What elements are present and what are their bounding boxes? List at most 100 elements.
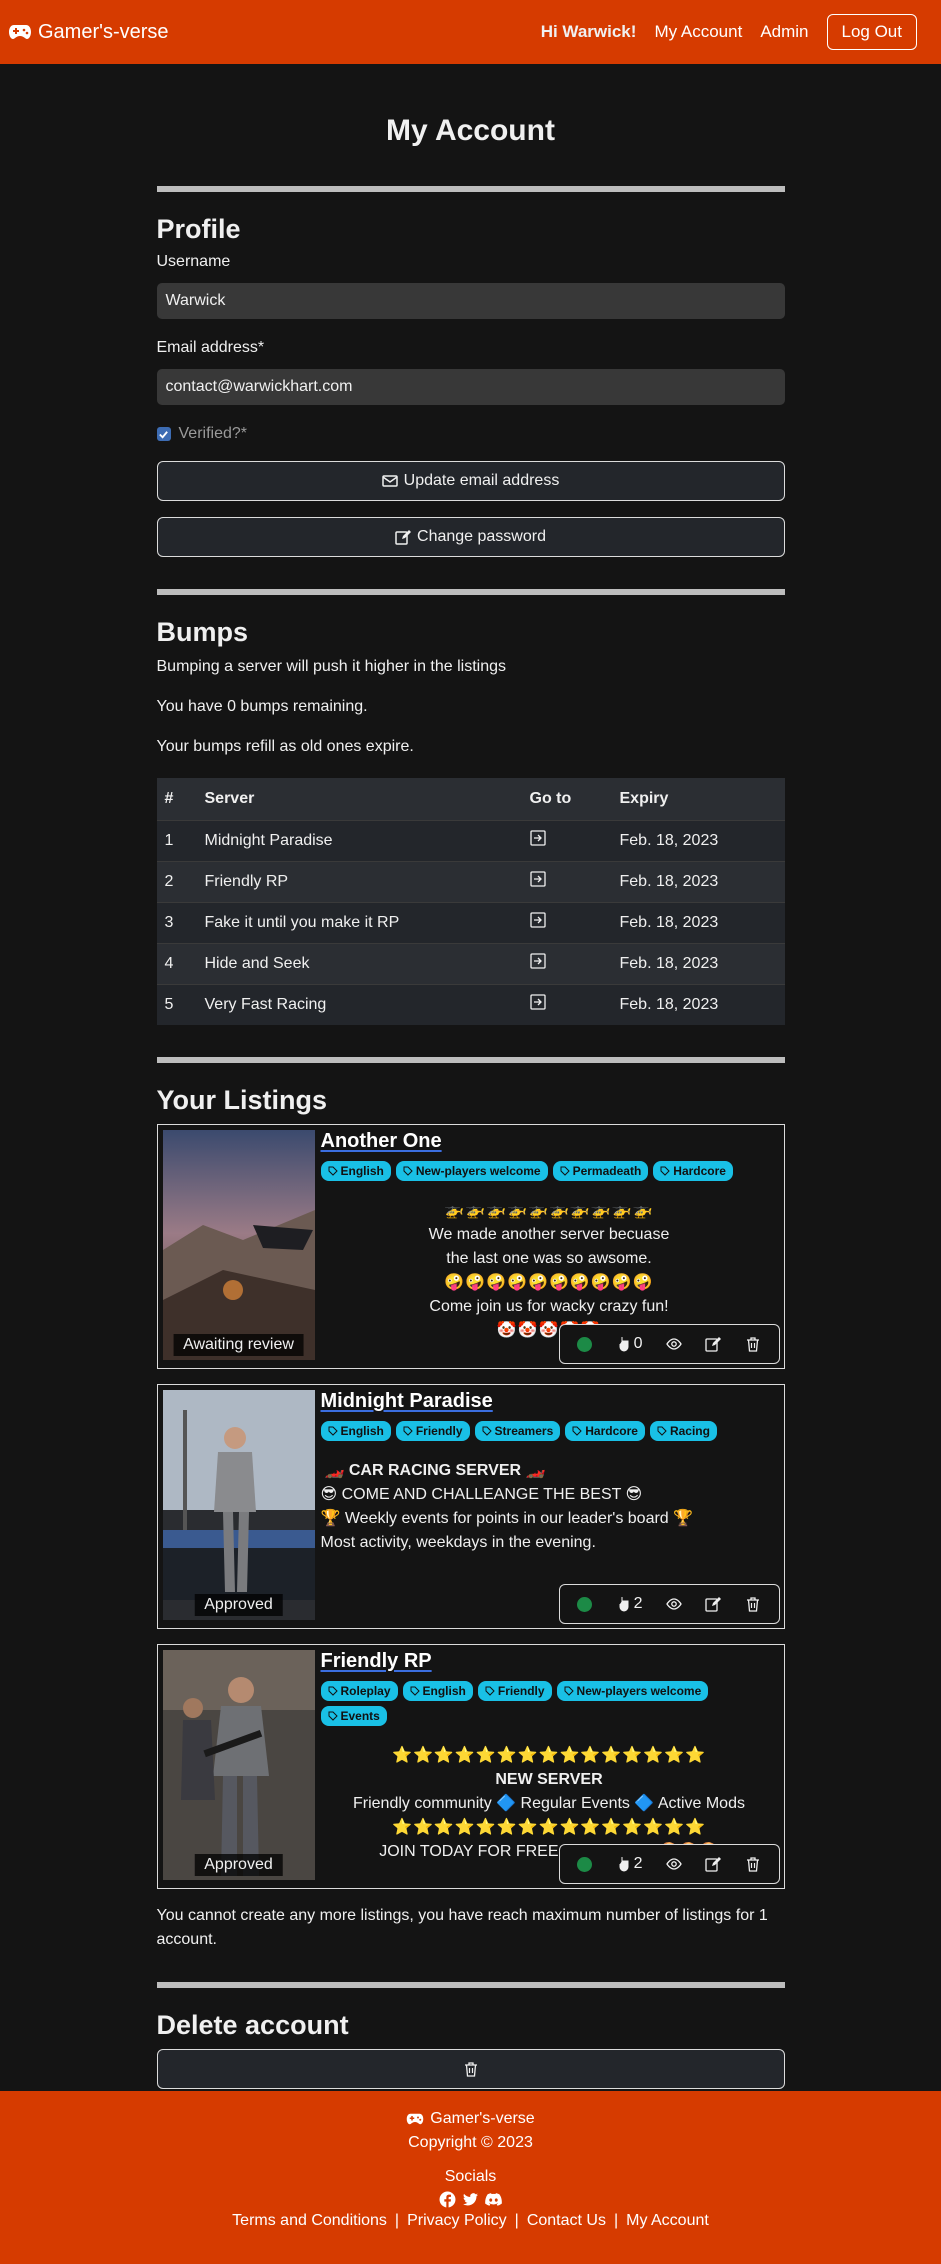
tag[interactable]: Hardcore (565, 1421, 645, 1441)
tag[interactable]: Permadeath (552, 1161, 649, 1181)
tag-label: Hardcore (585, 1424, 638, 1438)
listing-thumbnail[interactable]: Awaiting review (162, 1130, 315, 1360)
footer-copyright: Copyright © 2023 (408, 2134, 533, 2151)
desc-line: We made another server becuase (428, 1226, 670, 1243)
facebook-icon[interactable] (439, 2191, 456, 2208)
table-row: 3 Fake it until you make it RP Feb. 18, … (156, 901, 785, 943)
email-field[interactable]: contact@warwickhart.com (156, 369, 785, 405)
desc-line: 🏆 Weekly events for points in our leader… (320, 1510, 694, 1527)
delete-account-button[interactable] (156, 2049, 785, 2089)
trash-icon[interactable] (745, 1856, 761, 1872)
tag[interactable]: Friendly (477, 1681, 552, 1701)
tag-icon (485, 1686, 495, 1696)
tag[interactable]: Hardcore (653, 1161, 733, 1181)
desc-line: 😎 COME AND CHALLEANGE THE BEST 😎 (320, 1486, 643, 1503)
tag[interactable]: English (402, 1681, 473, 1701)
link-separator: | (394, 2212, 400, 2229)
row-server: Friendly RP (196, 860, 522, 902)
change-password-button[interactable]: Change password (156, 517, 785, 557)
footer-link-privacy[interactable]: Privacy Policy (407, 2212, 507, 2230)
footer-brand[interactable]: Gamer's-verse (0, 2107, 941, 2131)
tag[interactable]: Roleplay (320, 1681, 398, 1701)
bump-button[interactable]: 0 (616, 1335, 643, 1353)
edit-icon[interactable] (705, 1596, 722, 1612)
listing-status: Awaiting review (173, 1334, 304, 1356)
trash-icon[interactable] (745, 1596, 761, 1612)
tag[interactable]: Racing (649, 1421, 717, 1441)
eye-icon[interactable] (666, 1596, 682, 1612)
tag-icon (564, 1686, 574, 1696)
tag-icon (482, 1426, 492, 1436)
tag-label: English (422, 1684, 466, 1698)
discord-icon[interactable] (485, 2191, 502, 2208)
bump-count: 2 (633, 1855, 643, 1872)
username-field[interactable]: Warwick (156, 283, 785, 319)
edit-icon[interactable] (705, 1336, 722, 1352)
row-expiry: Feb. 18, 2023 (611, 819, 785, 861)
update-email-button[interactable]: Update email address (156, 461, 785, 501)
eye-icon[interactable] (666, 1336, 682, 1352)
footer-link-my-account[interactable]: My Account (626, 2212, 709, 2230)
row-expiry: Feb. 18, 2023 (611, 942, 785, 984)
verified-row: Verified?* (156, 425, 785, 443)
tag[interactable]: English (320, 1421, 391, 1441)
listing-title[interactable]: Midnight Paradise (321, 1390, 493, 1412)
logout-button[interactable]: Log Out (826, 14, 917, 50)
edit-icon[interactable] (705, 1856, 722, 1872)
row-server: Fake it until you make it RP (196, 901, 522, 943)
col-expiry: Expiry (611, 778, 785, 820)
gamepad-icon (407, 2113, 424, 2125)
main-content: My Account Profile Username Warwick Emai… (156, 114, 785, 2089)
tag[interactable]: English (320, 1161, 391, 1181)
footer-links: Terms and Conditions | Privacy Policy | … (0, 2212, 941, 2230)
nav-admin-link[interactable]: Admin (760, 22, 808, 42)
desc-line: Friendly community 🔷 Regular Events 🔷 Ac… (353, 1795, 745, 1812)
box-arrow-in-right-icon[interactable] (529, 953, 546, 969)
listing-thumbnail[interactable]: Approved (162, 1390, 315, 1620)
hand-index-icon (619, 1857, 629, 1872)
box-arrow-in-right-icon[interactable] (529, 871, 546, 887)
listing-tags: Roleplay English Friendly New-players we… (320, 1681, 778, 1726)
trash-icon[interactable] (745, 1336, 761, 1352)
twitter-icon[interactable] (462, 2191, 479, 2208)
listing-title[interactable]: Another One (321, 1130, 442, 1152)
footer-link-contact[interactable]: Contact Us (527, 2212, 606, 2230)
desc-line: 🚁🚁🚁🚁🚁🚁🚁🚁🚁🚁 (444, 1202, 654, 1219)
bumps-table-header: # Server Go to Expiry (156, 778, 785, 820)
eye-icon[interactable] (666, 1856, 682, 1872)
listing-thumbnail[interactable]: Approved (162, 1650, 315, 1880)
footer-link-terms[interactable]: Terms and Conditions (232, 2212, 387, 2230)
listing-actions: 2 (558, 1584, 780, 1624)
tag-icon (328, 1686, 338, 1696)
box-arrow-in-right-icon[interactable] (529, 994, 546, 1010)
nav-my-account-link[interactable]: My Account (654, 22, 742, 42)
table-row: 5 Very Fast Racing Feb. 18, 2023 (156, 983, 785, 1025)
desc-line: ⭐⭐⭐⭐⭐⭐⭐⭐⭐⭐⭐⭐⭐⭐⭐ (392, 1819, 706, 1836)
brand-link[interactable]: Gamer's-verse (8, 21, 169, 44)
email-label: Email address* (156, 339, 265, 356)
hand-index-icon (619, 1597, 629, 1612)
tag[interactable]: Friendly (395, 1421, 470, 1441)
desc-line: 🤪🤪🤪🤪🤪🤪🤪🤪🤪🤪 (444, 1274, 654, 1291)
bump-button[interactable]: 2 (616, 1595, 643, 1613)
tag-icon (328, 1426, 338, 1436)
verified-checkbox[interactable] (156, 427, 171, 441)
row-number: 4 (156, 942, 197, 984)
box-arrow-in-right-icon[interactable] (529, 912, 546, 928)
bumps-info-3: Your bumps refill as old ones expire. (156, 738, 414, 755)
listing-actions: 2 (558, 1844, 780, 1884)
bumps-heading: Bumps (156, 617, 249, 647)
tag[interactable]: Streamers (474, 1421, 561, 1441)
tag-icon (657, 1426, 667, 1436)
tag[interactable]: New-players welcome (556, 1681, 709, 1701)
tag[interactable]: New-players welcome (395, 1161, 548, 1181)
box-arrow-in-right-icon[interactable] (529, 830, 546, 846)
tag-label: New-players welcome (415, 1164, 541, 1178)
socials-icons (0, 2191, 941, 2208)
listing-title[interactable]: Friendly RP (321, 1650, 432, 1672)
link-separator: | (613, 2212, 619, 2229)
bump-button[interactable]: 2 (616, 1855, 643, 1873)
tag-icon (403, 1166, 413, 1176)
tag[interactable]: Events (320, 1706, 387, 1726)
navbar: Gamer's-verse Hi Warwick! My Account Adm… (0, 0, 941, 64)
